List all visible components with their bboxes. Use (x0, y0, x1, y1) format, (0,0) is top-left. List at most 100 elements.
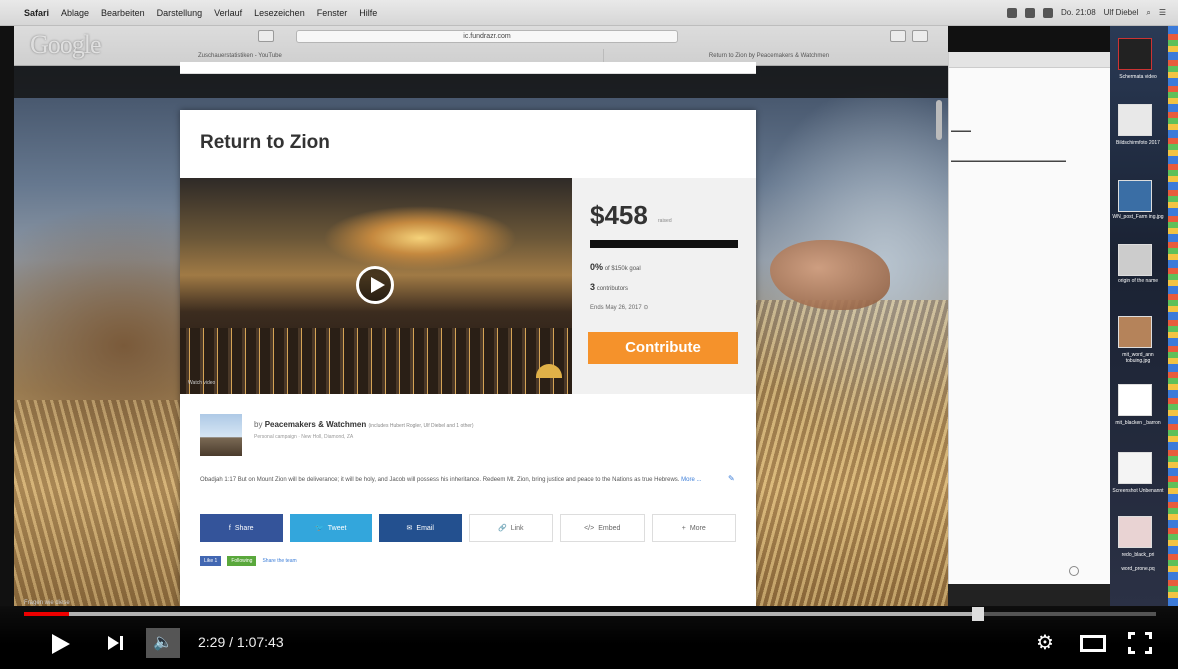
video-play-icon[interactable] (356, 266, 394, 304)
volume-icon[interactable] (1024, 7, 1035, 18)
desktop-file-icon[interactable] (1118, 316, 1152, 348)
link-share-button[interactable]: 🔗 Link (468, 514, 553, 542)
raised-amount: $458 (590, 200, 648, 230)
campaign-video[interactable]: Watch video (180, 178, 572, 394)
youtube-progress-bar[interactable] (24, 612, 1156, 616)
video-caption: Watch video (188, 380, 216, 386)
video-city-skyline (180, 328, 572, 394)
mac-menubar: Safari Ablage Bearbeiten Darstellung Ver… (0, 0, 1178, 26)
link-icon: 🔗 (497, 525, 507, 532)
google-watermark: Google (30, 30, 102, 59)
address-bar[interactable]: ic.fundrazr.com (296, 30, 678, 43)
campaign-stats-panel: $458 raised 0% of $150k goal 3 contribut… (572, 178, 756, 394)
next-button[interactable] (106, 634, 126, 652)
desktop-file-label[interactable]: word_prone.pq (1112, 566, 1164, 572)
desktop-file-label[interactable]: Screenshot Unbenannt (1112, 488, 1164, 494)
menubar-user[interactable]: Ulf Diebel (1104, 8, 1139, 17)
percent-of-goal: 0% of $150k goal (590, 262, 641, 272)
campaign-description: Obadjah 1:17 But on Mount Zion will be d… (200, 474, 720, 486)
side-window-circle-icon[interactable] (1069, 566, 1079, 576)
contributors-count: 3 contributors (590, 282, 628, 292)
video-time: 2:29 / 1:07:43 (198, 634, 284, 650)
desktop-file-label[interactable]: WN_post_Farm ing.jpg (1112, 214, 1164, 220)
facebook-like-button[interactable]: Like 1 (200, 556, 222, 566)
contribute-button[interactable]: Contribute (588, 332, 738, 364)
share-toolbar-button[interactable] (890, 30, 906, 42)
play-button[interactable] (50, 632, 72, 654)
page-top-strip (180, 62, 756, 74)
desktop-file-icon[interactable] (1118, 244, 1152, 276)
twitter-tweet-button[interactable]: 🐦 Tweet (289, 514, 372, 542)
gear-icon[interactable]: ⚙ (1034, 632, 1056, 654)
desktop-file-icon[interactable] (1118, 104, 1152, 136)
desktop-file-label[interactable]: Schermata video (1112, 74, 1164, 80)
owner-avatar[interactable] (200, 414, 242, 456)
owner-location: Personal campaign · New Holl, Diamond, Z… (254, 434, 354, 440)
end-date-text: Ends May 26, 2017 (590, 305, 642, 311)
reader-button[interactable] (258, 30, 274, 42)
desktop-file-label[interactable]: Bildschirmfoto 2017 (1112, 140, 1164, 146)
side-window-toolbar[interactable] (949, 52, 1110, 68)
side-window-line: ▬▬▬▬ (951, 128, 971, 134)
youtube-buffered (24, 612, 975, 616)
dock-strip[interactable] (1168, 26, 1178, 606)
menu-darstellung[interactable]: Darstellung (151, 8, 209, 18)
desktop-file-label[interactable]: mit_blacken _barron (1112, 420, 1164, 426)
screen: Safari Ablage Bearbeiten Darstellung Ver… (0, 0, 1178, 669)
youtube-scrub-handle[interactable] (972, 607, 984, 621)
facebook-icon: f (228, 524, 231, 532)
volume-icon[interactable]: 🔈 (146, 628, 180, 658)
desktop-file-icon[interactable] (1118, 452, 1152, 484)
menu-bearbeiten[interactable]: Bearbeiten (95, 8, 151, 18)
desktop-file-icon[interactable] (1118, 384, 1152, 416)
campaign-end-date: Ends May 26, 2017 ⊙ (590, 304, 648, 311)
tweet-label: Tweet (327, 524, 347, 532)
desktop-file-icon[interactable] (1118, 180, 1152, 212)
description-text: Obadjah 1:17 But on Mount Zion will be d… (200, 477, 680, 483)
following-button[interactable]: Following (227, 556, 257, 566)
tab-return-to-zion[interactable]: Return to Zion by Peacemakers & Watchmen (604, 49, 934, 63)
embed-button[interactable]: </> Embed (560, 514, 645, 542)
menu-fenster[interactable]: Fenster (311, 8, 354, 18)
campaign-title: Return to Zion (200, 132, 330, 153)
fullscreen-icon[interactable] (1128, 632, 1152, 654)
edit-pencil-icon[interactable]: ✎ (728, 474, 735, 483)
share-label: Share (234, 524, 254, 532)
description-more-link[interactable]: More ... (681, 477, 701, 483)
menubar-clock[interactable]: Do. 21:08 (1061, 8, 1096, 17)
youtube-played (24, 612, 70, 616)
owner-prefix: by (254, 420, 263, 429)
spotlight-icon[interactable]: ⌕ (1146, 8, 1150, 18)
menu-lesezeichen[interactable]: Lesezeichen (248, 8, 311, 18)
menu-safari[interactable]: Safari (18, 8, 55, 18)
funding-progress-bar (590, 240, 738, 248)
desktop-file-label[interactable]: mit_word_ann tobuing.jpg (1112, 352, 1164, 364)
menubar-status: Do. 21:08 Ulf Diebel ⌕ ☰ (1006, 7, 1178, 18)
owner-name-link[interactable]: Peacemakers & Watchmen (265, 420, 367, 429)
side-window-line: ▬▬▬▬▬▬▬▬▬▬▬▬▬▬▬▬▬▬▬▬▬▬▬ (951, 158, 1066, 164)
menu-verlauf[interactable]: Verlauf (208, 8, 248, 18)
tab-youtube-stats[interactable]: Zuschauerstatistiken - YouTube (184, 49, 604, 63)
theater-mode-button[interactable] (1080, 635, 1106, 652)
owner-includes: (includes Hubert Rogler, Ulf Diebel and … (368, 423, 474, 429)
menu-hilfe[interactable]: Hilfe (353, 8, 383, 18)
desktop-file-icon[interactable] (1118, 38, 1152, 70)
twitter-icon: 🐦 (315, 525, 324, 532)
menu-ablage[interactable]: Ablage (55, 8, 95, 18)
email-share-button[interactable]: ✉ Email (379, 514, 462, 542)
facebook-share-button[interactable]: f Share (200, 514, 283, 542)
desktop-file-label[interactable]: redo_black_pri (1112, 552, 1164, 558)
desktop-file-icon[interactable] (1118, 516, 1152, 548)
side-window: ▬▬▬▬ ▬▬▬▬▬▬▬▬▬▬▬▬▬▬▬▬▬▬▬▬▬▬▬ (948, 52, 1110, 584)
notification-center-icon[interactable]: ☰ (1159, 8, 1166, 17)
wifi-icon[interactable] (1042, 7, 1053, 18)
raised-label: raised (658, 218, 672, 224)
page-scrollbar[interactable] (936, 100, 942, 140)
tabs-toolbar-button[interactable] (912, 30, 928, 42)
share-team-link[interactable]: Share the team (262, 558, 296, 564)
more-share-button[interactable]: + More (651, 514, 736, 542)
embed-label: Embed (598, 524, 621, 532)
desktop-file-label[interactable]: origin of the name (1112, 278, 1164, 284)
link-label: Link (510, 524, 524, 532)
battery-icon[interactable] (1006, 7, 1017, 18)
